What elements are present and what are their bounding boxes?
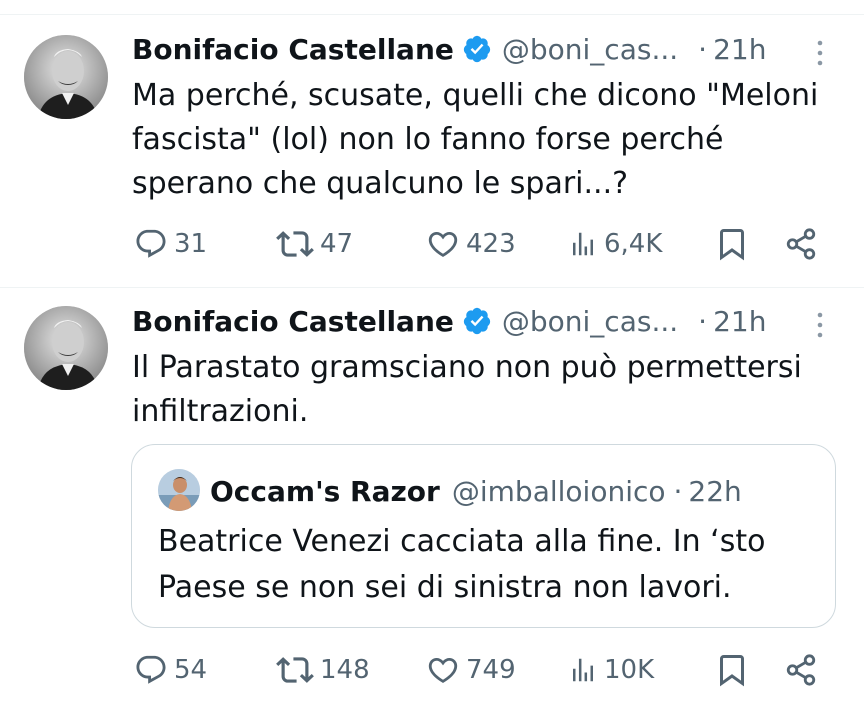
verified-badge-icon [463, 307, 490, 335]
bookmark-button[interactable] [714, 224, 750, 264]
like-button[interactable]: 749 [426, 650, 516, 690]
avatar[interactable] [24, 306, 108, 390]
author-name[interactable]: Bonifacio Castellane [132, 305, 454, 338]
action-bar: 31 47 423 6,4K [134, 224, 824, 264]
quoted-timestamp[interactable]: 22h [688, 475, 741, 508]
tweet[interactable]: Bonifacio Castellane @boni_cas... · 21h … [0, 0, 864, 286]
tweet-header: Bonifacio Castellane @boni_cas... · 21h [132, 301, 766, 341]
like-count: 749 [466, 655, 516, 685]
bookmark-button[interactable] [714, 650, 750, 690]
tweet-text-line: fascista" (lol) non lo fanno forse perch… [132, 122, 724, 157]
bookmark-icon [720, 655, 744, 687]
views-button[interactable]: 10K [568, 650, 654, 690]
quoted-avatar[interactable] [158, 469, 200, 511]
share-button[interactable] [784, 224, 818, 264]
quoted-text-line: Paese se non sei di sinistra non lavori. [158, 570, 732, 605]
author-handle[interactable]: @boni_cas... [502, 33, 678, 66]
reply-button[interactable]: 54 [134, 650, 207, 690]
more-icon[interactable] [810, 38, 830, 68]
reply-count: 31 [174, 229, 208, 259]
repost-button[interactable]: 47 [276, 224, 353, 264]
quoted-text: Beatrice Venezi cacciata alla fine. In ‘… [158, 519, 765, 611]
bookmark-icon [720, 229, 744, 261]
avatar[interactable] [24, 35, 108, 119]
share-icon [786, 228, 816, 260]
repost-icon [276, 231, 314, 257]
tweet-text-line: Il Parastato gramsciano non può permette… [132, 350, 802, 385]
tweet-text: Ma perché, scusate, quelli che dicono "M… [132, 74, 832, 206]
repost-count: 47 [320, 229, 354, 259]
repost-icon [276, 657, 314, 683]
separator-dot: · [698, 304, 708, 338]
quoted-text-line: Beatrice Venezi cacciata alla fine. In ‘… [158, 524, 766, 559]
views-icon [573, 232, 593, 256]
quoted-author-name[interactable]: Occam's Razor [210, 475, 440, 508]
verified-badge-icon [463, 35, 490, 63]
reply-icon [136, 655, 166, 684]
tweet-text: Il Parastato gramsciano non può permette… [132, 346, 832, 434]
quoted-header: Occam's Razor @imballoionico · 22h [210, 471, 742, 511]
tweet-text-line: infiltrazioni. [132, 394, 309, 429]
views-button[interactable]: 6,4K [568, 224, 662, 264]
like-icon [428, 657, 458, 683]
quoted-tweet[interactable]: Occam's Razor @imballoionico · 22h Beatr… [131, 444, 836, 628]
reply-count: 54 [174, 655, 208, 685]
separator-dot: · [698, 32, 708, 66]
like-button[interactable]: 423 [426, 224, 516, 264]
share-icon [786, 654, 816, 686]
repost-count: 148 [320, 655, 370, 685]
author-name[interactable]: Bonifacio Castellane [132, 33, 454, 66]
reply-button[interactable]: 31 [134, 224, 207, 264]
timestamp[interactable]: 21h [713, 33, 766, 66]
reply-icon [136, 229, 166, 258]
like-icon [428, 231, 458, 257]
views-count: 6,4K [604, 229, 663, 259]
timestamp[interactable]: 21h [713, 305, 766, 338]
share-button[interactable] [784, 650, 818, 690]
author-handle[interactable]: @boni_cas... [502, 305, 678, 338]
quoted-author-handle[interactable]: @imballoionico [452, 475, 666, 508]
repost-button[interactable]: 148 [276, 650, 370, 690]
tweet-text-line: sperano che qualcuno le spari...? [132, 166, 629, 201]
separator-dot: · [673, 474, 683, 508]
tweet-header: Bonifacio Castellane @boni_cas... · 21h [132, 29, 766, 69]
like-count: 423 [466, 229, 516, 259]
tweet-text-line: Ma perché, scusate, quelli che dicono "M… [132, 78, 819, 113]
action-bar: 54 148 749 10K [134, 650, 824, 690]
views-count: 10K [604, 655, 655, 685]
views-icon [573, 658, 593, 682]
more-icon[interactable] [810, 310, 830, 340]
